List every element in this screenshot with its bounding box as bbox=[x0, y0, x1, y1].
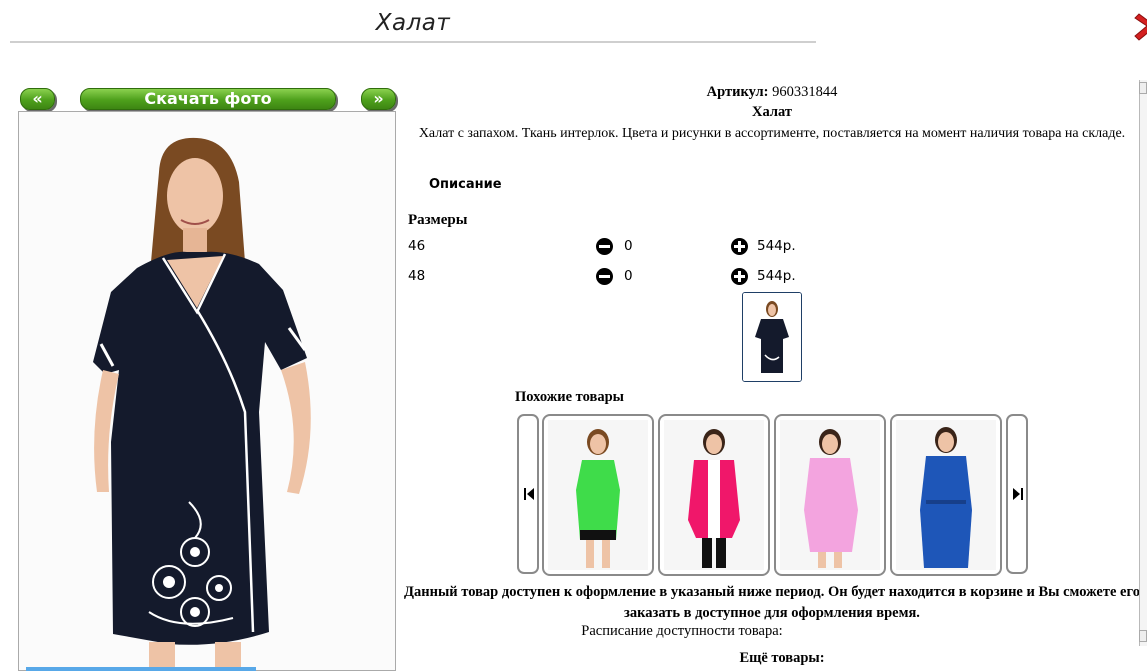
similar-products-heading: Похожие товары bbox=[515, 389, 624, 405]
page-title: Халат bbox=[375, 10, 451, 36]
scroll-up-button[interactable] bbox=[1139, 82, 1147, 94]
carousel-next-button[interactable] bbox=[1006, 414, 1028, 574]
decrease-qty-button[interactable] bbox=[596, 238, 613, 255]
thumbnail-image bbox=[743, 293, 801, 381]
qty-value: 0 bbox=[624, 238, 633, 254]
similar-product-image bbox=[548, 420, 648, 570]
photo-progress-bar bbox=[26, 667, 256, 671]
similar-product-card[interactable] bbox=[890, 414, 1002, 576]
similar-product-card[interactable] bbox=[542, 414, 654, 576]
similar-product-card[interactable] bbox=[774, 414, 886, 576]
increase-qty-button[interactable] bbox=[731, 268, 748, 285]
availability-schedule-label: Расписание доступности товара: bbox=[581, 623, 783, 639]
product-name: Халат bbox=[752, 104, 792, 120]
carousel-prev-button[interactable] bbox=[517, 414, 539, 574]
sizes-heading: Размеры bbox=[408, 212, 468, 228]
sku-value: 960331844 bbox=[772, 84, 838, 100]
increase-qty-button[interactable] bbox=[731, 238, 748, 255]
product-description: Халат с запахом. Ткань интерлок. Цвета и… bbox=[418, 126, 1126, 141]
decrease-qty-button[interactable] bbox=[596, 268, 613, 285]
robe-photo-illustration bbox=[19, 112, 395, 670]
more-products-heading: Ещё товары: bbox=[739, 650, 825, 666]
sku-line: Артикул: 960331844 bbox=[404, 84, 1140, 101]
price-value: 544р. bbox=[757, 268, 796, 284]
main-product-photo[interactable] bbox=[18, 111, 396, 671]
sku-label: Артикул: bbox=[706, 84, 769, 100]
skip-forward-icon bbox=[1013, 488, 1023, 500]
scrollbar[interactable] bbox=[1139, 80, 1147, 646]
similar-product-image bbox=[780, 420, 880, 570]
similar-product-image bbox=[664, 420, 764, 570]
prev-photo-button[interactable]: « bbox=[20, 88, 55, 110]
size-value: 46 bbox=[408, 238, 426, 254]
similar-product-card[interactable] bbox=[658, 414, 770, 576]
similar-product-image bbox=[896, 420, 996, 570]
size-value: 48 bbox=[408, 268, 426, 284]
scroll-down-button[interactable] bbox=[1139, 630, 1147, 642]
availability-note: Данный товар доступен к оформление в ука… bbox=[404, 584, 1140, 621]
qty-value: 0 bbox=[624, 268, 633, 284]
photo-thumbnail[interactable] bbox=[742, 292, 802, 382]
title-divider bbox=[10, 41, 816, 43]
price-value: 544р. bbox=[757, 238, 796, 254]
close-icon[interactable] bbox=[1133, 12, 1147, 42]
next-photo-button[interactable]: » bbox=[361, 88, 396, 110]
description-tab[interactable]: Описание bbox=[429, 177, 502, 192]
download-photo-button[interactable]: Скачать фото bbox=[80, 88, 336, 110]
skip-back-icon bbox=[524, 488, 534, 500]
